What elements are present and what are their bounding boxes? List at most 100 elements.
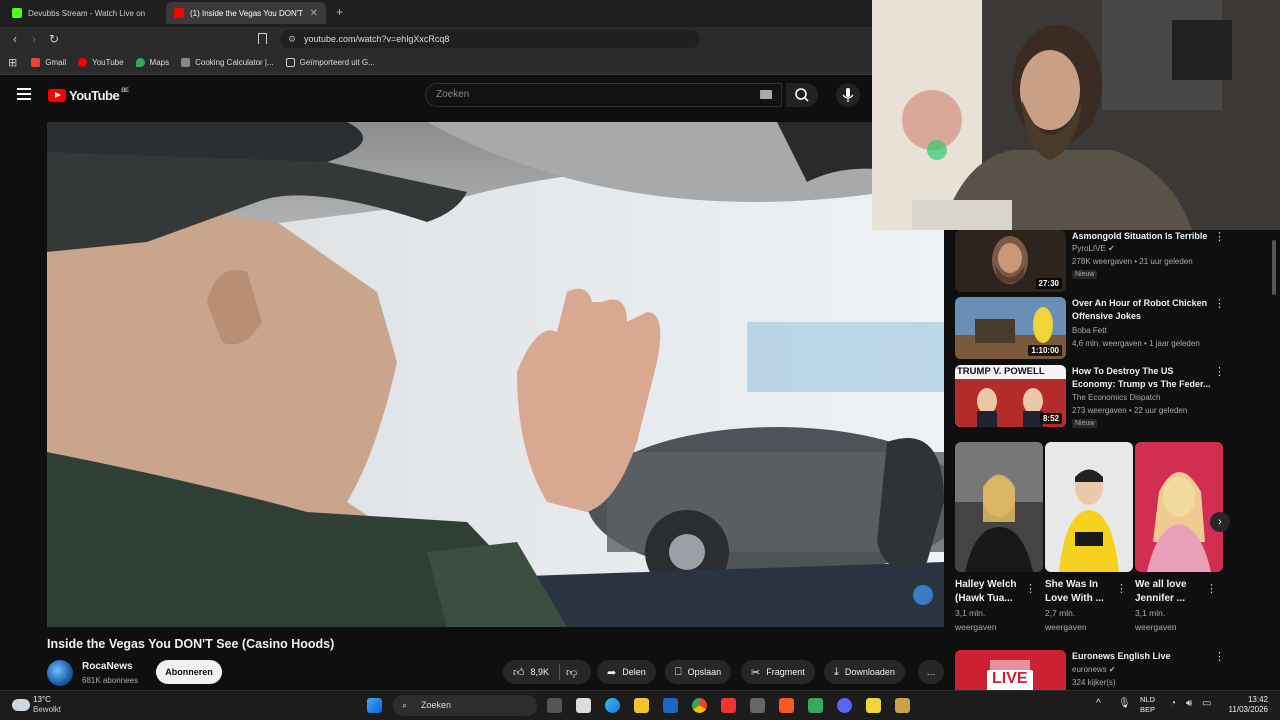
kebab-menu-icon[interactable]: ⋮ bbox=[1206, 582, 1217, 595]
recommendation-title[interactable]: How To Destroy The US Economy: Trump vs … bbox=[1072, 365, 1212, 391]
app-icon[interactable] bbox=[866, 698, 881, 713]
kebab-menu-icon[interactable]: ⋮ bbox=[1116, 582, 1127, 595]
short-thumbnail[interactable] bbox=[1135, 442, 1223, 572]
recommendation-channel[interactable]: PyroLIVE ✔ bbox=[1072, 244, 1115, 253]
recommendation-title[interactable]: Asmongold Situation Is Terrible bbox=[1072, 230, 1212, 243]
video-player[interactable] bbox=[47, 122, 944, 627]
bookmark-youtube[interactable]: YouTube bbox=[78, 58, 124, 67]
forward-button[interactable]: › bbox=[27, 32, 41, 46]
kebab-menu-icon[interactable]: ⋮ bbox=[1025, 582, 1036, 595]
short-thumbnail[interactable] bbox=[1045, 442, 1133, 572]
hamburger-menu-icon[interactable] bbox=[17, 88, 31, 100]
gmail-icon bbox=[31, 58, 41, 67]
recommendation-item[interactable]: 27:30 Asmongold Situation Is Terrible Py… bbox=[955, 230, 1225, 292]
share-button[interactable]: ➦ Delen bbox=[597, 660, 656, 684]
channel-name[interactable]: RocaNews bbox=[82, 661, 133, 672]
task-view-icon[interactable] bbox=[547, 698, 562, 713]
kebab-menu-icon[interactable]: ⋮ bbox=[1214, 650, 1225, 663]
download-button[interactable]: ⤓ Downloaden bbox=[824, 660, 905, 684]
back-button[interactable]: ‹ bbox=[8, 32, 22, 46]
url-field[interactable]: ⚙ youtube.com/watch?v=ehlgXxcRcq8 bbox=[280, 30, 700, 48]
tab-youtube[interactable]: (1) Inside the Vegas You DON'T ✕ bbox=[166, 2, 326, 24]
apps-grid-icon[interactable]: ⊞ bbox=[8, 56, 17, 69]
temperature[interactable]: 13°C bbox=[33, 695, 51, 704]
short-info: Halley Welch (Hawk Tua... 3,1 mln. weerg… bbox=[955, 578, 1025, 634]
recommendation-channel[interactable]: The Economics Dispatch bbox=[1072, 393, 1160, 402]
thumbs-down-icon[interactable]: 👎︎ bbox=[566, 666, 577, 679]
video-thumbnail[interactable]: LIVE bbox=[955, 650, 1066, 690]
bookmark-label: Maps bbox=[149, 58, 170, 67]
region-code: BE bbox=[121, 88, 129, 94]
chevron-up-icon[interactable]: ^ bbox=[1096, 698, 1101, 709]
discord-icon[interactable] bbox=[837, 698, 852, 713]
tab-kick[interactable]: Devubbs Stream - Watch Live on bbox=[4, 2, 160, 24]
video-title: Inside the Vegas You DON'T See (Casino H… bbox=[47, 637, 335, 651]
outlook-icon[interactable] bbox=[663, 698, 678, 713]
like-count[interactable]: 8,9K bbox=[531, 667, 550, 677]
bookmark-icon[interactable] bbox=[258, 33, 267, 44]
recommendation-item[interactable]: TRUMP V. POWELL 8:52 How To Destroy The … bbox=[955, 365, 1225, 428]
recommendation-channel[interactable]: euronews ✔ bbox=[1072, 665, 1116, 674]
video-thumbnail[interactable]: TRUMP V. POWELL 8:52 bbox=[955, 365, 1066, 427]
subscribe-button[interactable]: Abonneren bbox=[156, 660, 222, 684]
bookmark-maps[interactable]: Maps bbox=[135, 58, 170, 67]
app-icon[interactable] bbox=[895, 698, 910, 713]
channel-avatar[interactable] bbox=[47, 660, 73, 686]
battery-icon[interactable]: ▭ bbox=[1202, 698, 1211, 709]
wifi-icon[interactable]: ◔ bbox=[1170, 698, 1176, 709]
recommendation-channel[interactable]: Boba Fett bbox=[1072, 326, 1107, 335]
save-button[interactable]: ⎕ Opslaan bbox=[665, 660, 732, 684]
brave-icon[interactable] bbox=[779, 698, 794, 713]
short-title[interactable]: Halley Welch (Hawk Tua... bbox=[955, 578, 1025, 606]
cloud-icon[interactable] bbox=[12, 699, 30, 711]
weather-status[interactable]: Bewolkt bbox=[33, 705, 61, 714]
recommendation-item[interactable]: LIVE Euronews English Live euronews ✔ 32… bbox=[955, 650, 1225, 690]
chrome-icon[interactable] bbox=[692, 698, 707, 713]
short-title[interactable]: We all love Jennifer ... bbox=[1135, 578, 1205, 606]
bookmark-folder-imported[interactable]: Geïmporteerd uit G... bbox=[285, 58, 375, 67]
calculator-icon[interactable] bbox=[750, 698, 765, 713]
kebab-menu-icon[interactable]: ⋮ bbox=[1214, 365, 1225, 378]
speaker-icon[interactable]: 🔊︎ bbox=[1186, 698, 1192, 709]
recommendation-title[interactable]: Over An Hour of Robot Chicken Offensive … bbox=[1072, 297, 1212, 323]
verified-icon: ✔ bbox=[1108, 665, 1116, 674]
file-explorer-icon[interactable] bbox=[634, 698, 649, 713]
youtube-logo[interactable]: YouTube BE bbox=[48, 88, 129, 103]
bookmark-cooking-calculator[interactable]: Cooking Calculator |... bbox=[181, 58, 274, 67]
calendar-app-icon[interactable] bbox=[576, 698, 591, 713]
recommendation-item[interactable]: 1:10:00 Over An Hour of Robot Chicken Of… bbox=[955, 297, 1225, 359]
keyboard-language[interactable]: NLD BEP bbox=[1140, 695, 1155, 715]
chevron-right-icon[interactable]: › bbox=[1210, 512, 1230, 532]
microphone-icon[interactable]: 🎙︎ bbox=[1118, 698, 1131, 709]
new-tab-button[interactable]: + bbox=[336, 5, 343, 19]
short-thumbnail[interactable] bbox=[955, 442, 1043, 572]
voice-search-button[interactable] bbox=[836, 83, 860, 107]
more-icon: … bbox=[926, 667, 936, 677]
clip-button[interactable]: ✂ Fragment bbox=[741, 660, 815, 684]
system-clock[interactable]: 13:42 11/03/2026 bbox=[1218, 695, 1268, 715]
short-title[interactable]: She Was In Love With ... bbox=[1045, 578, 1115, 606]
recommendation-meta: 273 weergaven • 22 uur geleden bbox=[1072, 406, 1188, 415]
edge-icon[interactable] bbox=[605, 698, 620, 713]
keyboard-icon[interactable] bbox=[760, 90, 772, 99]
video-thumbnail[interactable]: 27:30 bbox=[955, 230, 1066, 292]
short-info: We all love Jennifer ... 3,1 mln. weerga… bbox=[1135, 578, 1205, 634]
search-input[interactable]: Zoeken bbox=[425, 83, 782, 107]
kebab-menu-icon[interactable]: ⋮ bbox=[1214, 297, 1225, 310]
video-thumbnail[interactable]: 1:10:00 bbox=[955, 297, 1066, 359]
windows-start-icon[interactable] bbox=[367, 698, 382, 713]
thumbs-up-icon[interactable]: 👍︎ bbox=[513, 666, 525, 679]
taskbar-search[interactable]: ⌕ Zoeken bbox=[393, 695, 537, 716]
settings-gear-icon[interactable] bbox=[808, 698, 823, 713]
more-actions-button[interactable]: … bbox=[918, 660, 944, 684]
youtube-app-icon[interactable] bbox=[721, 698, 736, 713]
search-button[interactable] bbox=[786, 83, 818, 107]
short-image bbox=[1135, 442, 1223, 572]
close-icon[interactable]: ✕ bbox=[310, 8, 318, 19]
reload-button[interactable]: ↻ bbox=[47, 32, 61, 46]
scrollbar[interactable] bbox=[1272, 240, 1276, 295]
recommendation-title[interactable]: Euronews English Live bbox=[1072, 650, 1212, 663]
site-info-icon[interactable]: ⚙ bbox=[288, 30, 296, 48]
kebab-menu-icon[interactable]: ⋮ bbox=[1214, 230, 1225, 243]
bookmark-gmail[interactable]: Gmail bbox=[31, 58, 66, 67]
